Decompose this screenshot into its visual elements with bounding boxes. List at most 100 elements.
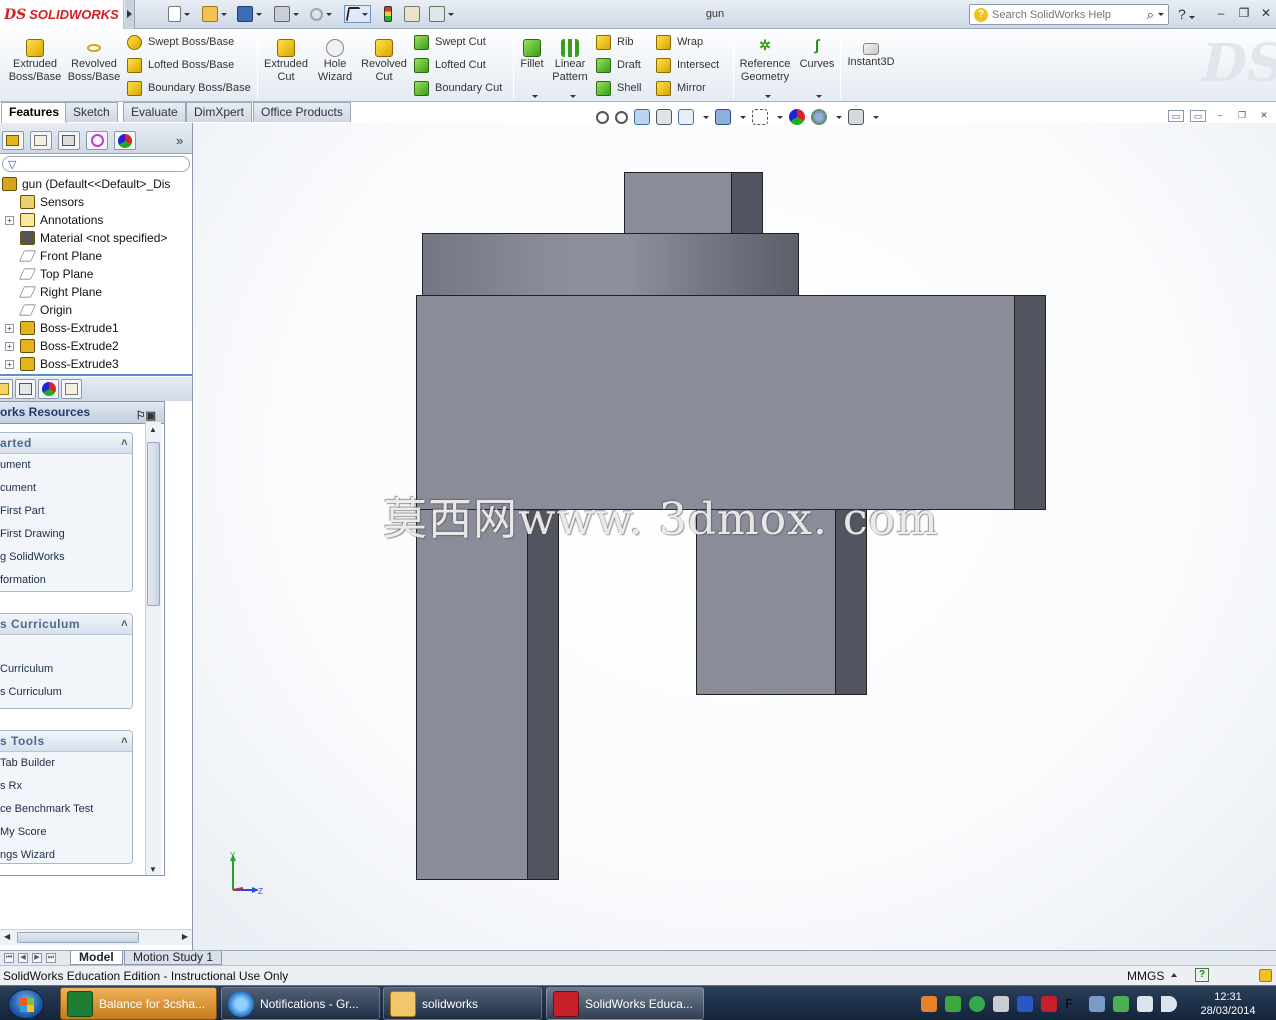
help-icon[interactable]: ? bbox=[1195, 968, 1209, 982]
task-pane-link[interactable] bbox=[0, 635, 132, 658]
previous-view-icon[interactable] bbox=[634, 109, 650, 125]
scrollbar-thumb[interactable] bbox=[147, 442, 160, 606]
zoom-to-area-icon[interactable] bbox=[615, 110, 628, 124]
scrollbar-thumb[interactable] bbox=[17, 932, 139, 943]
tab-office-products[interactable]: Office Products bbox=[253, 102, 351, 122]
task-pane-link[interactable]: s Curriculum bbox=[0, 681, 132, 704]
extruded-boss-button[interactable]: Extruded Boss/Base bbox=[6, 39, 64, 84]
file-properties-button[interactable] bbox=[404, 5, 420, 23]
undo-button[interactable] bbox=[310, 5, 332, 23]
edit-appearance-icon[interactable] bbox=[789, 109, 805, 125]
tray-security-icon[interactable] bbox=[1017, 996, 1033, 1012]
hide-show-items-icon[interactable] bbox=[752, 109, 768, 125]
handle-front-face[interactable] bbox=[416, 509, 528, 880]
search-help-box[interactable]: ? ⌕ bbox=[969, 4, 1169, 25]
taskbar-item-solidworks-app[interactable]: SolidWorks Educa... bbox=[546, 987, 704, 1020]
tree-item[interactable]: Right Plane bbox=[0, 283, 192, 301]
split-vertical-icon[interactable]: ▭ bbox=[1190, 110, 1206, 122]
task-pane-link[interactable]: ngs Wizard bbox=[0, 844, 132, 863]
curves-button[interactable]: ∫ Curves bbox=[798, 38, 836, 71]
tab-motion-study[interactable]: Motion Study 1 bbox=[124, 951, 223, 965]
tray-app-icon[interactable] bbox=[921, 996, 937, 1012]
zoom-to-fit-icon[interactable] bbox=[596, 110, 609, 124]
tab-dimxpert[interactable]: DimXpert bbox=[186, 102, 253, 122]
swept-cut-button[interactable]: Swept Cut bbox=[414, 33, 486, 51]
curves-dropdown[interactable] bbox=[813, 89, 822, 101]
restore-icon[interactable]: ❐ bbox=[1237, 7, 1251, 19]
expand-panel-icon[interactable]: » bbox=[176, 133, 183, 148]
tree-item[interactable]: + Boss-Extrude3 bbox=[0, 355, 192, 373]
taskbar-item-notifications[interactable]: Notifications - Gr... bbox=[221, 987, 380, 1020]
revolved-boss-button[interactable]: Revolved Boss/Base bbox=[66, 39, 122, 84]
task-pane-link[interactable]: cument bbox=[0, 477, 132, 500]
task-tab-appearances-icon[interactable] bbox=[38, 379, 59, 399]
collapse-chevron-icon[interactable]: ˄ bbox=[121, 614, 128, 635]
open-button[interactable] bbox=[202, 5, 227, 23]
mirror-button[interactable]: Mirror bbox=[656, 79, 706, 97]
scroll-up-icon[interactable]: ▲ bbox=[149, 425, 157, 434]
options-button[interactable] bbox=[429, 5, 454, 23]
display-style-icon[interactable] bbox=[715, 109, 731, 125]
main-body-side-face[interactable] bbox=[1014, 295, 1046, 510]
display-manager-tab-icon[interactable] bbox=[114, 131, 136, 150]
tree-item[interactable]: Material <not specified> bbox=[0, 229, 192, 247]
tree-item[interactable]: Origin bbox=[0, 301, 192, 319]
tray-display-icon[interactable] bbox=[1137, 996, 1153, 1012]
boundary-boss-button[interactable]: Boundary Boss/Base bbox=[127, 79, 251, 97]
task-tab-properties-icon[interactable] bbox=[61, 379, 82, 399]
reference-geometry-dropdown[interactable] bbox=[762, 89, 771, 101]
propertymanager-tab-icon[interactable] bbox=[30, 131, 52, 150]
minimize-icon[interactable]: – bbox=[1214, 7, 1228, 19]
instant3d-button[interactable]: Instant3D bbox=[845, 39, 897, 69]
task-tab-library-icon[interactable] bbox=[15, 379, 36, 399]
tag-icon[interactable] bbox=[1259, 969, 1272, 982]
collapse-chevron-icon[interactable]: ˄ bbox=[121, 731, 128, 752]
main-body-front-face[interactable] bbox=[416, 295, 1015, 510]
next-tab-icon[interactable]: ▶ bbox=[32, 953, 42, 963]
extruded-cut-button[interactable]: Extruded Cut bbox=[262, 39, 310, 84]
cylinder-face[interactable] bbox=[422, 233, 799, 296]
select-button[interactable] bbox=[344, 5, 371, 23]
fillet-dropdown[interactable] bbox=[529, 89, 538, 101]
shell-button[interactable]: Shell bbox=[596, 79, 641, 97]
task-pane-link[interactable]: ument bbox=[0, 454, 132, 477]
lofted-boss-button[interactable]: Lofted Boss/Base bbox=[127, 56, 234, 74]
last-tab-icon[interactable]: ⏭ bbox=[46, 953, 56, 963]
tray-f-icon[interactable]: F bbox=[1065, 996, 1081, 1012]
top-block-side-face[interactable] bbox=[731, 172, 763, 234]
task-pane-link[interactable]: First Part bbox=[0, 500, 132, 523]
task-pane-link[interactable]: Tab Builder bbox=[0, 752, 132, 775]
wrap-button[interactable]: Wrap bbox=[656, 33, 703, 51]
task-pane-link[interactable]: g SolidWorks bbox=[0, 546, 132, 569]
top-block-front-face[interactable] bbox=[624, 172, 732, 234]
rib-button[interactable]: Rib bbox=[596, 33, 634, 51]
expand-icon[interactable]: + bbox=[5, 216, 14, 225]
intersect-button[interactable]: Intersect bbox=[656, 56, 719, 74]
tree-item[interactable]: + Annotations bbox=[0, 211, 192, 229]
search-input[interactable] bbox=[992, 8, 1132, 21]
tray-sync-icon[interactable] bbox=[969, 996, 985, 1012]
handle-side-face[interactable] bbox=[527, 509, 559, 880]
tree-item[interactable]: Sensors bbox=[0, 193, 192, 211]
tab-sketch[interactable]: Sketch bbox=[65, 102, 118, 122]
configurationmanager-tab-icon[interactable] bbox=[58, 131, 80, 150]
task-pane-link[interactable]: My Score bbox=[0, 821, 132, 844]
tree-item[interactable]: + Boss-Extrude2 bbox=[0, 337, 192, 355]
help-menu-button[interactable]: ? bbox=[1178, 6, 1195, 22]
view-settings-icon[interactable] bbox=[848, 109, 864, 125]
feature-filter-input[interactable]: ▽ bbox=[2, 156, 190, 172]
start-button[interactable] bbox=[8, 989, 44, 1019]
view-orientation-icon[interactable] bbox=[678, 109, 694, 125]
boundary-cut-button[interactable]: Boundary Cut bbox=[414, 79, 502, 97]
taskbar-item-solidworks-folder[interactable]: solidworks bbox=[383, 987, 542, 1020]
first-tab-icon[interactable]: ⏮ bbox=[4, 953, 14, 963]
featuremanager-tab-icon[interactable] bbox=[2, 131, 24, 150]
section-header[interactable]: s Curriculum ˄ bbox=[0, 614, 132, 635]
draft-button[interactable]: Draft bbox=[596, 56, 641, 74]
tree-item[interactable]: Front Plane bbox=[0, 247, 192, 265]
new-document-button[interactable] bbox=[168, 5, 190, 23]
panel-splitter[interactable] bbox=[0, 374, 192, 376]
tree-item[interactable]: gun (Default<<Default>_Dis bbox=[0, 175, 192, 193]
tray-network-icon[interactable] bbox=[1089, 996, 1105, 1012]
viewport-minimize-icon[interactable]: – bbox=[1212, 110, 1228, 122]
